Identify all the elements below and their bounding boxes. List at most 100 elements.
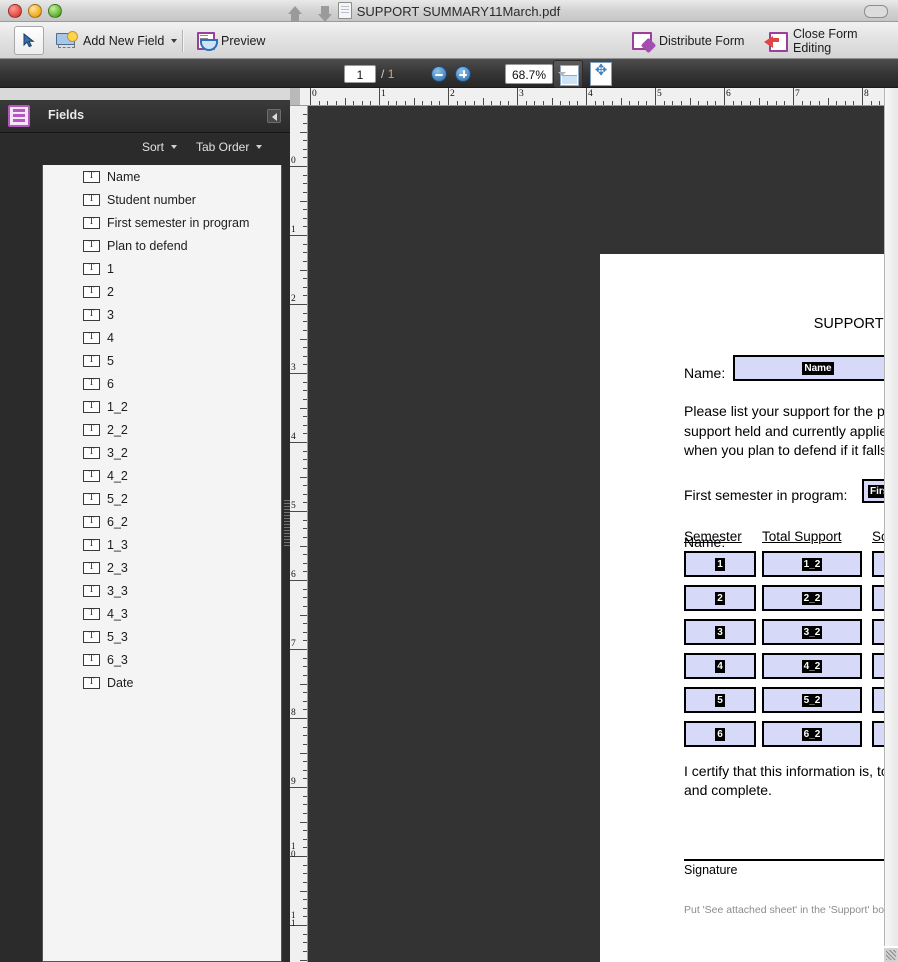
ruler-label: 2 (450, 89, 455, 99)
distribute-form-label: Distribute Form (659, 34, 744, 48)
ruler-minor-tick (303, 390, 307, 391)
ruler-minor-tick (303, 528, 307, 529)
field-list-item-label: 1_3 (107, 538, 128, 552)
field-list-item[interactable]: 4 (43, 326, 281, 349)
collapse-panel-button[interactable] (267, 109, 281, 123)
ruler-minor-tick (439, 101, 440, 105)
field-list-item[interactable]: 1_3 (43, 533, 281, 556)
field-list-item[interactable]: 5_3 (43, 625, 281, 648)
distribute-form-button[interactable]: Distribute Form (628, 26, 748, 55)
field-semester-row-2[interactable]: 2 (684, 585, 756, 611)
field-list-item[interactable]: 5 (43, 349, 281, 372)
field-list-item[interactable]: 6_2 (43, 510, 281, 533)
text-field-icon (83, 470, 100, 482)
field-list-item-label: 3 (107, 308, 114, 322)
field-total-support-row-5[interactable]: 5_2 (762, 687, 862, 713)
document-title: SUPPORT SUMMARY (600, 316, 898, 332)
field-list-item[interactable]: 3_3 (43, 579, 281, 602)
field-list-item[interactable]: 1_2 (43, 395, 281, 418)
field-total-support-row-6[interactable]: 6_2 (762, 721, 862, 747)
field-list-item[interactable]: Date (43, 671, 281, 694)
close-form-editing-icon (764, 32, 788, 50)
ruler-minor-tick (303, 175, 307, 176)
zoom-in-button[interactable] (455, 66, 471, 82)
field-semester-row-3[interactable]: 3 (684, 619, 756, 645)
ruler-minor-tick (300, 477, 307, 478)
ruler-minor-tick (300, 684, 307, 685)
ruler-minor-tick (303, 839, 307, 840)
fields-tree[interactable]: Page 1 NameStudent numberFirst semester … (42, 165, 282, 962)
page-number-input[interactable]: 1 (344, 65, 376, 83)
text-field-icon (83, 240, 100, 252)
sort-menu-button[interactable]: Sort (142, 140, 177, 154)
ruler-major-tick (310, 88, 311, 105)
zoom-dropdown-chevron-icon[interactable] (558, 72, 566, 76)
fields-panel-icon (8, 105, 30, 127)
ruler-minor-tick (303, 606, 307, 607)
fit-page-button[interactable] (590, 62, 612, 86)
zoom-out-button[interactable] (431, 66, 447, 82)
field-list-item-label: 1_2 (107, 400, 128, 414)
field-list-item[interactable]: 3_2 (43, 441, 281, 464)
field-tag: 4 (715, 660, 725, 673)
instructions-paragraph: Please list your support for the past ye… (684, 402, 898, 461)
zoom-level-input[interactable]: 68.7% (505, 64, 553, 84)
ruler-minor-tick (303, 123, 307, 124)
ruler-label: 2 (291, 295, 303, 303)
field-list-item[interactable]: 5_2 (43, 487, 281, 510)
field-list-item[interactable]: 2_2 (43, 418, 281, 441)
preview-icon (196, 32, 216, 50)
previous-page-button[interactable] (288, 6, 302, 14)
field-list-item[interactable]: 2_3 (43, 556, 281, 579)
footnote-text: Put 'See attached sheet' in the 'Support… (684, 904, 898, 916)
field-semester-row-5[interactable]: 5 (684, 687, 756, 713)
tab-order-menu-button[interactable]: Tab Order (196, 140, 262, 154)
field-list-item[interactable]: First semester in program (43, 211, 281, 234)
next-page-button[interactable] (318, 14, 332, 22)
field-list-item[interactable]: 4_2 (43, 464, 281, 487)
preview-button[interactable]: Preview (192, 26, 269, 55)
form-editing-toolbar: Add New Field Preview Distribute Form Cl (0, 22, 898, 59)
field-total-support-row-1[interactable]: 1_2 (762, 551, 862, 577)
field-total-support-row-3[interactable]: 3_2 (762, 619, 862, 645)
ruler-minor-tick (560, 101, 561, 105)
field-list-item[interactable]: Name (43, 165, 281, 188)
field-list-item[interactable]: Plan to defend (43, 234, 281, 257)
field-semester-row-1[interactable]: 1 (684, 551, 756, 577)
field-semester-row-6[interactable]: 6 (684, 721, 756, 747)
field-total-support-row-2[interactable]: 2_2 (762, 585, 862, 611)
field-list-item[interactable]: 1 (43, 257, 281, 280)
field-list-item-label: 4_2 (107, 469, 128, 483)
field-list-item[interactable]: 3 (43, 303, 281, 326)
field-list-item[interactable]: 2 (43, 280, 281, 303)
field-name[interactable]: Name (733, 355, 898, 381)
field-semester-row-4[interactable]: 4 (684, 653, 756, 679)
ruler-major-tick (290, 511, 307, 512)
ruler-minor-tick (303, 382, 307, 383)
add-new-field-button[interactable]: Add New Field (52, 26, 181, 55)
field-list-item[interactable]: 4_3 (43, 602, 281, 625)
field-list-item-label: 6_2 (107, 515, 128, 529)
window-resize-grip[interactable] (884, 948, 898, 962)
ruler-minor-tick (526, 101, 527, 105)
fields-panel-header: Fields (0, 100, 290, 133)
ruler-label: 8 (291, 709, 303, 717)
ruler-minor-tick (303, 597, 307, 598)
ruler-minor-tick (303, 899, 307, 900)
add-new-field-label: Add New Field (83, 34, 164, 48)
ruler-minor-tick (300, 615, 307, 616)
chevron-down-icon (171, 145, 177, 149)
toolbar-toggle-button[interactable] (864, 5, 888, 18)
vertical-scrollbar[interactable] (884, 88, 898, 946)
horizontal-ruler: 012345678 (290, 88, 898, 106)
field-list-item[interactable]: 6 (43, 372, 281, 395)
field-total-support-row-4[interactable]: 4_2 (762, 653, 862, 679)
ruler-minor-tick (672, 101, 673, 105)
close-form-editing-button[interactable]: Close Form Editing (760, 26, 898, 55)
ruler-minor-tick (303, 183, 307, 184)
text-field-icon (83, 585, 100, 597)
selection-arrow-tool[interactable] (14, 26, 44, 55)
field-list-item[interactable]: Student number (43, 188, 281, 211)
field-list-item[interactable]: 6_3 (43, 648, 281, 671)
ruler-minor-tick (370, 101, 371, 105)
